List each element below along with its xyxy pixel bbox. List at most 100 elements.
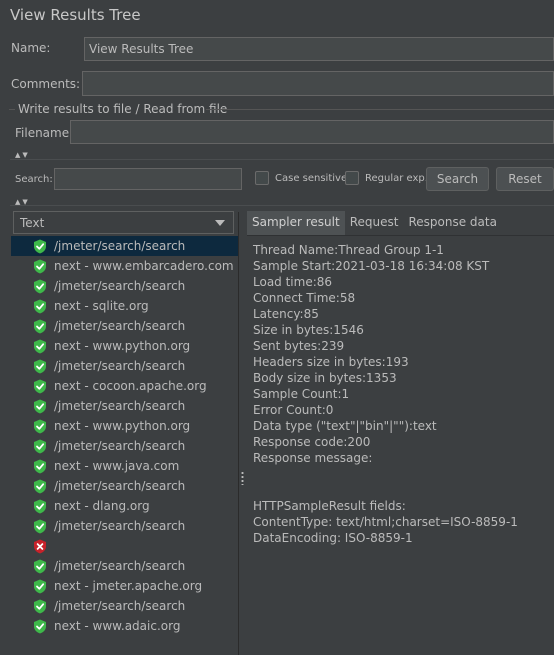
tree-row-label: next - cocoon.apache.org <box>54 379 207 393</box>
name-field[interactable]: View Results Tree <box>84 37 554 61</box>
search-input[interactable] <box>54 168 242 190</box>
sampler-result-line: Connect Time:58 <box>253 291 356 305</box>
chevron-down-icon <box>215 220 225 226</box>
tree-row[interactable]: next - sqlite.org <box>11 296 238 316</box>
sampler-result-line: Sample Start:2021-03-18 16:34:08 KST <box>253 259 490 273</box>
tree-row[interactable] <box>11 536 238 556</box>
reset-button[interactable]: Reset <box>496 167 554 191</box>
sampler-result-line: HTTPSampleResult fields: <box>253 499 406 513</box>
file-group-border-right <box>206 109 554 110</box>
sampler-result-line: ContentType: text/html;charset=ISO-8859-… <box>253 515 518 529</box>
success-shield-icon <box>33 319 47 334</box>
results-tree[interactable]: /jmeter/search/search next - www.embarcad… <box>11 236 238 655</box>
tree-row-label: next - www.python.org <box>54 419 191 433</box>
tree-row-label: next - www.embarcadero.com <box>54 259 234 273</box>
success-shield-icon <box>33 279 47 294</box>
success-shield-icon <box>33 459 47 474</box>
filename-label: Filename <box>15 126 70 140</box>
case-sensitive-checkbox[interactable] <box>255 171 269 185</box>
success-shield-icon <box>33 479 47 494</box>
success-shield-icon <box>33 299 47 314</box>
tree-row-label: next - dlang.org <box>54 499 150 513</box>
window-title: View Results Tree <box>10 6 141 24</box>
tab-underline <box>247 235 554 236</box>
tree-row[interactable]: /jmeter/search/search <box>11 316 238 336</box>
tree-row[interactable]: next - www.embarcadero.com <box>11 256 238 276</box>
tree-row[interactable]: /jmeter/search/search <box>11 276 238 296</box>
sampler-result-line: DataEncoding: ISO-8859-1 <box>253 531 413 545</box>
search-label: Search: <box>15 174 53 185</box>
renderer-combo[interactable]: Text <box>13 211 234 234</box>
tree-row-label: /jmeter/search/search <box>54 599 186 613</box>
success-shield-icon <box>33 519 47 534</box>
tab-response-data[interactable]: Response data <box>403 211 501 235</box>
split-divider[interactable] <box>238 212 247 655</box>
tree-row-label: /jmeter/search/search <box>54 399 186 413</box>
sampler-result-text[interactable]: Thread Name:Thread Group 1-1 Sample Start… <box>253 242 518 546</box>
tree-row-label: /jmeter/search/search <box>54 359 186 373</box>
tree-row[interactable]: /jmeter/search/search <box>11 596 238 616</box>
sampler-result-line: Response message: <box>253 451 373 465</box>
regex-label: Regular exp. <box>365 173 428 184</box>
tree-row[interactable]: /jmeter/search/search <box>11 556 238 576</box>
success-shield-icon <box>33 559 47 574</box>
success-shield-icon <box>33 599 47 614</box>
tree-row-label: /jmeter/search/search <box>54 559 186 573</box>
splitter-line-top <box>10 159 554 160</box>
tree-row[interactable]: next - www.java.com <box>11 456 238 476</box>
tree-row-label: /jmeter/search/search <box>54 319 186 333</box>
comments-field[interactable] <box>82 71 554 96</box>
success-shield-icon <box>33 399 47 414</box>
success-shield-icon <box>33 619 47 634</box>
success-shield-icon <box>33 359 47 374</box>
tree-row[interactable]: next - www.python.org <box>11 336 238 356</box>
search-button[interactable]: Search <box>426 167 489 191</box>
sampler-result-line: Load time:86 <box>253 275 333 289</box>
sampler-result-line: Error Count:0 <box>253 403 334 417</box>
tree-row[interactable]: /jmeter/search/search <box>11 236 238 256</box>
sampler-result-line <box>253 482 518 498</box>
tree-row-label: next - www.python.org <box>54 339 191 353</box>
regex-checkbox[interactable] <box>345 171 359 185</box>
sampler-result-line: Thread Name:Thread Group 1-1 <box>253 243 444 257</box>
tree-row[interactable]: next - dlang.org <box>11 496 238 516</box>
tree-row-label: next - sqlite.org <box>54 299 149 313</box>
file-group-border-left <box>9 109 15 110</box>
tree-row[interactable]: /jmeter/search/search <box>11 516 238 536</box>
tree-row[interactable]: next - jmeter.apache.org <box>11 576 238 596</box>
splitter-line-bottom <box>10 205 554 206</box>
sampler-result-line: Sample Count:1 <box>253 387 350 401</box>
tree-row-label: /jmeter/search/search <box>54 279 186 293</box>
tree-row[interactable]: next - www.python.org <box>11 416 238 436</box>
success-shield-icon <box>33 439 47 454</box>
filename-field[interactable] <box>70 120 554 144</box>
name-label: Name: <box>11 41 51 55</box>
error-shield-icon <box>33 539 47 554</box>
sampler-result-line: Headers size in bytes:193 <box>253 355 409 369</box>
tree-row[interactable]: /jmeter/search/search <box>11 396 238 416</box>
tree-row-label: next - www.java.com <box>54 459 180 473</box>
tree-row[interactable]: next - www.adaic.org <box>11 616 238 636</box>
success-shield-icon <box>33 499 47 514</box>
renderer-selected: Text <box>20 215 45 230</box>
collapse-arrows-top[interactable]: ▲▼ <box>15 151 30 159</box>
tab-request[interactable]: Request <box>345 211 404 235</box>
sampler-result-line: Data type ("text"|"bin"|""):text <box>253 419 437 433</box>
tree-row-label: /jmeter/search/search <box>54 519 186 533</box>
tree-row[interactable]: /jmeter/search/search <box>11 476 238 496</box>
tab-sampler-result[interactable]: Sampler result <box>247 211 345 235</box>
success-shield-icon <box>33 419 47 434</box>
tree-row[interactable]: /jmeter/search/search <box>11 436 238 456</box>
tree-row-label: next - www.adaic.org <box>54 619 181 633</box>
success-shield-icon <box>33 239 47 254</box>
tree-row-label: /jmeter/search/search <box>54 239 186 253</box>
name-value: View Results Tree <box>89 42 194 56</box>
tree-row-label: /jmeter/search/search <box>54 439 186 453</box>
case-sensitive-label: Case sensitive <box>275 173 348 184</box>
sampler-result-line <box>253 466 518 482</box>
tree-row-label: next - jmeter.apache.org <box>54 579 203 593</box>
drag-handle-icon[interactable] <box>241 471 244 485</box>
tree-row[interactable]: /jmeter/search/search <box>11 356 238 376</box>
tree-row[interactable]: next - cocoon.apache.org <box>11 376 238 396</box>
sampler-result-line: Latency:85 <box>253 307 319 321</box>
